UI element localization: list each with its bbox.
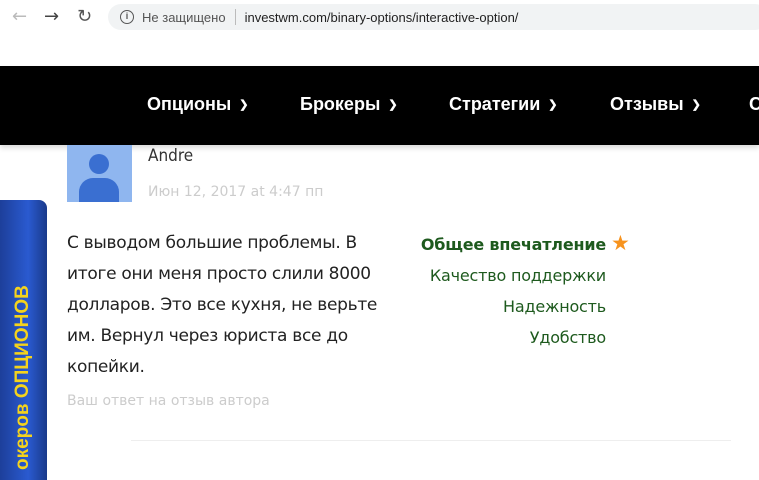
rating-convenience: Удобство	[529, 328, 606, 347]
side-tab-label: океров ОПЦИОНОВ	[12, 285, 33, 470]
review-date: Июн 12, 2017 at 4:47 пп	[148, 184, 324, 200]
nav-item-strategies[interactable]: Стратегии ❯	[449, 94, 558, 115]
forward-icon[interactable]: →	[44, 6, 59, 27]
chevron-down-icon: ❯	[239, 99, 249, 111]
nav-label: Стратегии	[449, 94, 541, 114]
chevron-down-icon: ❯	[548, 99, 558, 111]
rating-reliability: Надежность	[503, 297, 606, 316]
nav-label: Отзывы	[610, 94, 684, 114]
main-nav: Опционы ❯ Брокеры ❯ Стратегии ❯ Отзывы ❯ С	[0, 66, 759, 145]
chevron-down-icon: ❯	[388, 99, 398, 111]
reload-icon[interactable]: ↻	[77, 6, 92, 27]
chevron-down-icon: ❯	[691, 99, 701, 111]
nav-item-more[interactable]: С	[749, 94, 759, 115]
back-icon[interactable]: ←	[12, 6, 27, 27]
nav-label: Опционы	[147, 94, 232, 114]
side-tab-brokers[interactable]: океров ОПЦИОНОВ	[0, 200, 47, 480]
review-author: Andre	[148, 146, 194, 166]
info-icon[interactable]: i	[120, 10, 134, 24]
ratings-list: Общее впечатление Качество поддержки Над…	[400, 229, 606, 353]
security-label: Не защищено	[142, 9, 226, 25]
avatar	[67, 145, 132, 202]
browser-toolbar: ← → ↻ i Не защищено investwm.com/binary-…	[0, 0, 759, 34]
rating-overall: Общее впечатление	[420, 235, 606, 254]
url-text[interactable]: investwm.com/binary-options/interactive-…	[245, 10, 519, 25]
star-icon: ★	[611, 231, 630, 255]
nav-item-brokers[interactable]: Брокеры ❯	[300, 94, 398, 115]
divider	[234, 9, 236, 25]
reply-link[interactable]: Ваш ответ на отзыв автора	[67, 393, 270, 409]
address-bar[interactable]: i Не защищено investwm.com/binary-option…	[108, 4, 759, 30]
divider	[131, 440, 731, 441]
review-text: С выводом большие проблемы. В итоге они …	[67, 233, 378, 377]
rating-support: Качество поддержки	[429, 266, 606, 285]
nav-item-options[interactable]: Опционы ❯	[147, 94, 248, 115]
nav-item-reviews[interactable]: Отзывы ❯	[610, 94, 701, 115]
nav-label: С	[749, 94, 759, 114]
nav-label: Брокеры	[300, 94, 381, 114]
